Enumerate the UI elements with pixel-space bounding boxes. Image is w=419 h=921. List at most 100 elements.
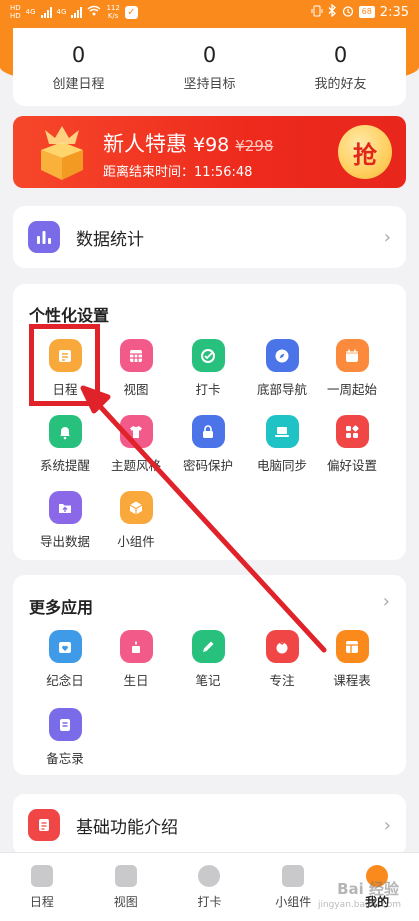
stat-goals[interactable]: 0 坚持目标 <box>144 28 275 106</box>
promo-old-price: ¥298 <box>235 137 274 155</box>
stat-label: 创建日程 <box>52 76 105 92</box>
tab-label: 视图 <box>113 894 138 909</box>
tab-view[interactable]: 视图 <box>84 853 168 921</box>
export-icon <box>48 491 82 524</box>
birthday-icon <box>119 630 153 663</box>
shirt-icon <box>119 415 153 448</box>
notification-check-icon: ✓ <box>124 5 138 19</box>
signal-icon <box>40 6 52 18</box>
app-item-birthday[interactable]: 生日 <box>97 630 175 689</box>
stat-value: 0 <box>202 42 217 67</box>
settings-item-export[interactable]: 导出数据 <box>26 491 104 550</box>
schedule-tab-icon <box>30 864 53 887</box>
speed-unit: K/s <box>107 12 119 20</box>
settings-item-bottom-nav[interactable]: 底部导航 <box>243 339 321 398</box>
stats-card: 0 创建日程 0 坚持目标 0 我的好友 <box>13 28 406 106</box>
app-item-label: 纪念日 <box>46 673 84 688</box>
promo-title-text: 新人特惠 <box>103 132 187 156</box>
settings-item-label: 系统提醒 <box>39 458 90 473</box>
settings-item-checkin[interactable]: 打卡 <box>169 339 247 398</box>
sim-labels: HD HD <box>10 3 21 20</box>
tab-label: 小组件 <box>275 894 312 909</box>
grab-button[interactable]: 抢 <box>338 125 392 179</box>
checkin-tab-icon <box>198 864 221 887</box>
watermark: Bai 经验 <box>337 880 399 898</box>
app-item-label: 课程表 <box>333 673 371 688</box>
sim2-label: HD <box>10 11 21 20</box>
more-apps-title: 更多应用 <box>29 598 94 617</box>
watermark-url: jingyan.baidu.com <box>317 900 401 910</box>
stat-value: 0 <box>333 42 348 67</box>
settings-item-label: 电脑同步 <box>256 458 307 473</box>
compass-icon <box>265 339 299 372</box>
settings-item-label: 底部导航 <box>256 382 307 397</box>
stat-created-schedules[interactable]: 0 创建日程 <box>13 28 144 106</box>
features-intro-label: 基础功能介绍 <box>76 817 178 838</box>
status-right: 68 2:35 <box>311 3 409 20</box>
signal-icon-2 <box>71 6 83 18</box>
tomato-icon <box>265 630 299 663</box>
alarm-icon <box>342 5 354 20</box>
data-stats-row[interactable]: 数据统计 › <box>13 206 406 268</box>
more-apps-card: 更多应用 › 纪念日 生日 笔记 专注 课程表 备忘录 <box>13 575 406 775</box>
battery-indicator: 68 <box>358 6 375 18</box>
checkin-icon <box>191 339 225 372</box>
tab-schedule[interactable]: 日程 <box>0 853 84 921</box>
bell-icon <box>48 415 82 448</box>
sim1-label: HD <box>10 3 21 12</box>
settings-item-password[interactable]: 密码保护 <box>169 415 247 474</box>
settings-item-pc-sync[interactable]: 电脑同步 <box>243 415 321 474</box>
app-item-anniversary[interactable]: 纪念日 <box>26 630 104 689</box>
view-tab-icon <box>114 864 137 887</box>
speed-value: 112 <box>106 4 120 12</box>
app-item-label: 笔记 <box>195 673 221 688</box>
app-item-memo[interactable]: 备忘录 <box>26 708 104 767</box>
tab-label: 日程 <box>29 894 54 909</box>
promo-title: 新人特惠 ¥98 ¥298 <box>103 128 273 158</box>
app-item-timetable[interactable]: 课程表 <box>313 630 391 689</box>
app-item-notes[interactable]: 笔记 <box>169 630 247 689</box>
laptop-icon <box>265 415 299 448</box>
settings-item-label: 一周起始 <box>326 382 377 397</box>
data-stats-label: 数据统计 <box>76 229 144 250</box>
settings-item-theme[interactable]: 主题风格 <box>97 415 175 474</box>
chevron-right-icon: › <box>383 226 391 248</box>
settings-item-reminder[interactable]: 系统提醒 <box>26 415 104 474</box>
grid-view-icon <box>119 339 153 372</box>
personalize-title: 个性化设置 <box>29 306 110 325</box>
tab-widget[interactable]: 小组件 <box>251 853 335 921</box>
stat-label: 坚持目标 <box>183 76 236 92</box>
chevron-right-icon[interactable]: › <box>383 591 390 612</box>
bluetooth-icon <box>328 3 337 20</box>
promo-countdown: 距离结束时间：11:56:48 <box>103 165 253 180</box>
settings-item-label: 密码保护 <box>182 458 233 473</box>
tab-checkin[interactable]: 打卡 <box>168 853 252 921</box>
bar-chart-icon <box>28 221 60 253</box>
new-user-promo-banner[interactable]: 新人特惠 ¥98 ¥298 距离结束时间：11:56:48 抢 <box>13 116 406 188</box>
settings-item-label: 导出数据 <box>39 534 90 549</box>
settings-item-widget[interactable]: 小组件 <box>97 491 175 550</box>
widget-icon <box>119 491 153 524</box>
app-item-label: 专注 <box>269 673 295 688</box>
settings-item-label: 小组件 <box>117 534 155 549</box>
settings-item-view[interactable]: 视图 <box>97 339 175 398</box>
lock-icon <box>191 415 225 448</box>
stat-friends[interactable]: 0 我的好友 <box>275 28 406 106</box>
settings-item-label: 视图 <box>123 382 149 397</box>
document-icon <box>28 809 60 841</box>
tab-label: 打卡 <box>197 894 222 909</box>
status-bar: HD HD 4G 4G 112 K/s ✓ 68 2:35 <box>0 0 419 24</box>
memo-icon <box>48 708 82 741</box>
gift-box-icon <box>41 126 83 180</box>
vibrate-icon <box>311 5 323 20</box>
apps-icon <box>335 415 369 448</box>
wifi-icon <box>87 5 101 19</box>
features-intro-row[interactable]: 基础功能介绍 › <box>13 794 406 856</box>
widget-tab-icon <box>282 864 305 887</box>
network-gen-1: 4G <box>25 7 36 16</box>
settings-item-week-start[interactable]: 一周起始 <box>313 339 391 398</box>
settings-item-preferences[interactable]: 偏好设置 <box>313 415 391 474</box>
annotation-highlight-box <box>29 324 100 406</box>
chevron-right-icon: › <box>383 814 391 836</box>
app-item-focus[interactable]: 专注 <box>243 630 321 689</box>
